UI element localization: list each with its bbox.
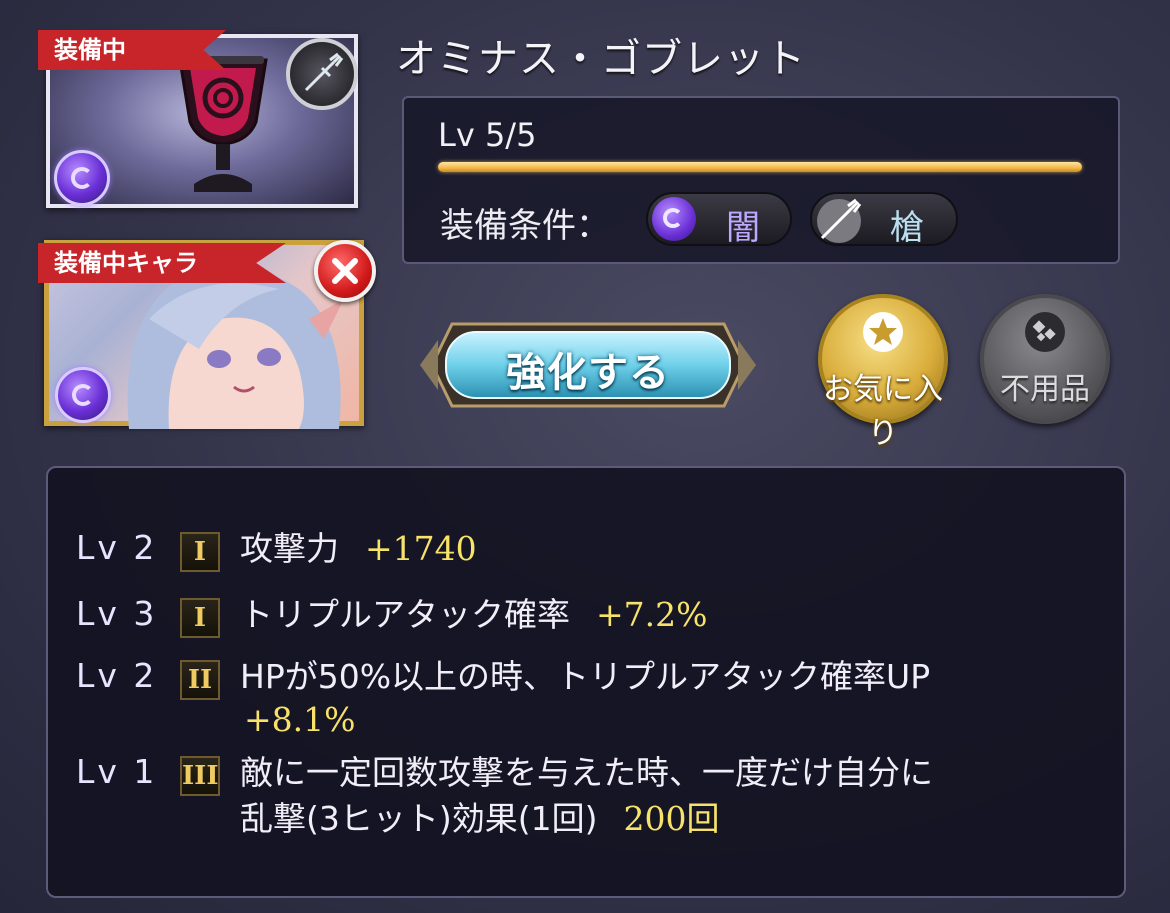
skill-name: 攻撃力 +1740 (240, 528, 477, 570)
dark-element-icon (652, 197, 696, 241)
equipped-character-ribbon: 装備中キャラ (38, 243, 286, 283)
dark-element-icon (54, 150, 110, 206)
goblet-item-art (178, 56, 268, 192)
skill-name-text: トリプルアタック確率 (240, 595, 570, 634)
skill-name: トリプルアタック確率 +7.2% (240, 594, 708, 636)
favorite-label: お気に入り (823, 372, 943, 451)
junk-label: 不用品 (1000, 372, 1090, 407)
spear-icon (817, 198, 862, 243)
skill-name-text-2: 乱撃(3ヒット)効果(1回) (240, 799, 598, 838)
favorite-button[interactable]: お気に入り (818, 294, 948, 451)
junk-button[interactable]: 不用品 (980, 294, 1110, 424)
skill-level: Lv 1 (76, 752, 158, 791)
skill-rank-badge: I (180, 532, 220, 572)
condition-element: 闇 (646, 192, 792, 248)
star-icon (863, 312, 903, 352)
condition-weapon: 槍 (810, 192, 958, 248)
enhance-button-label: 強化する (506, 350, 670, 396)
level-progress-bar (438, 162, 1082, 172)
skill-rank-badge: III (180, 756, 220, 796)
junk-icon (1025, 312, 1065, 352)
equip-condition-label: 装備条件： (440, 206, 610, 246)
item-name: オミナス・ゴブレット (396, 36, 806, 82)
condition-weapon-label: 槍 (890, 208, 924, 248)
skill-value: +8.1% (244, 700, 356, 739)
skill-name-text: 攻撃力 (240, 529, 339, 568)
spear-icon (286, 38, 358, 110)
skill-level: Lv 2 (76, 528, 158, 567)
skill-name-line2: 乱撃(3ヒット)効果(1回) 200回 (240, 798, 720, 840)
skill-name-text: 敵に一定回数攻撃を与えた時、一度だけ自分に (240, 753, 933, 792)
skill-rank-badge: I (180, 598, 220, 638)
skill-value: +1740 (365, 529, 477, 568)
close-icon[interactable] (314, 240, 376, 302)
item-level: Lv 5/5 (438, 116, 537, 154)
skill-rank-badge: II (180, 660, 220, 700)
dark-element-icon (55, 367, 111, 423)
skill-value: 200回 (623, 799, 720, 838)
skill-level: Lv 2 (76, 656, 158, 695)
skill-level: Lv 3 (76, 594, 158, 633)
skill-value: +7.2% (596, 595, 708, 634)
condition-element-label: 闇 (726, 208, 760, 248)
enhance-button[interactable]: 強化する (412, 310, 764, 420)
equipped-ribbon: 装備中 (38, 30, 226, 70)
skill-name-text: HPが50%以上の時、トリプルアタック確率UP (240, 657, 931, 696)
